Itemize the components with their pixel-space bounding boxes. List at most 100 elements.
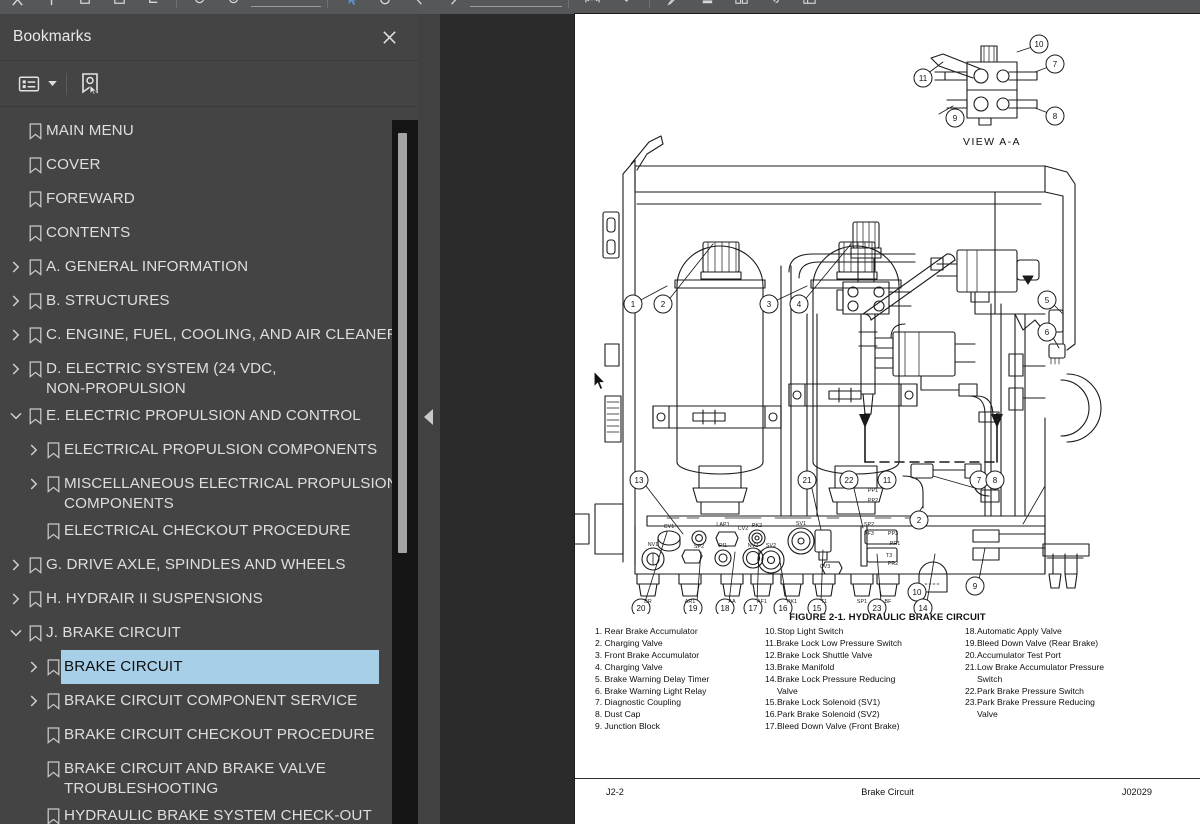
legend-item: 15.Brake Lock Solenoid (SV1) bbox=[765, 697, 881, 708]
bookmark-row[interactable]: D. ELECTRIC SYSTEM (24 VDC, NON-PROPULSI… bbox=[0, 352, 418, 399]
bookmark-row[interactable]: A. GENERAL INFORMATION bbox=[0, 250, 418, 284]
bookmark-row[interactable]: B. STRUCTURES bbox=[0, 284, 418, 318]
svg-text:11: 11 bbox=[919, 74, 928, 83]
chevron-right-icon[interactable] bbox=[7, 318, 24, 352]
bookmark-label[interactable]: J. BRAKE CIRCUIT bbox=[46, 616, 181, 643]
bookmark-row[interactable]: ELECTRICAL PROPULSION COMPONENTS bbox=[0, 433, 418, 467]
close-icon[interactable] bbox=[378, 26, 400, 48]
bookmark-label[interactable]: MAIN MENU bbox=[46, 114, 134, 141]
bookmark-label[interactable]: MISCELLANEOUS ELECTRICAL PROPULSION COMP… bbox=[64, 467, 398, 514]
chevron-down-icon[interactable] bbox=[609, 0, 643, 14]
chevron-down-icon[interactable] bbox=[7, 399, 24, 433]
chevron-down-icon[interactable] bbox=[46, 70, 58, 98]
text-tool-icon[interactable] bbox=[34, 0, 68, 14]
bookmark-label[interactable]: ELECTRICAL CHECKOUT PROCEDURE bbox=[64, 514, 350, 541]
bookmark-icon bbox=[24, 182, 46, 216]
bookmark-label[interactable]: D. ELECTRIC SYSTEM (24 VDC, NON-PROPULSI… bbox=[46, 352, 277, 399]
link-icon[interactable] bbox=[758, 0, 792, 14]
rotate-icon[interactable] bbox=[368, 0, 402, 14]
prev-page-icon[interactable] bbox=[402, 0, 436, 14]
stamp-icon[interactable] bbox=[68, 0, 102, 14]
select-bookmark-icon[interactable] bbox=[79, 70, 101, 98]
bookmark-label[interactable]: FOREWARD bbox=[46, 182, 135, 209]
bookmark-row[interactable]: E. ELECTRIC PROPULSION AND CONTROL bbox=[0, 399, 418, 433]
chevron-right-icon[interactable] bbox=[25, 650, 42, 684]
bookmark-options-icon[interactable] bbox=[12, 70, 46, 98]
chevron-right-icon[interactable] bbox=[7, 250, 24, 284]
svg-text:PR1: PR1 bbox=[890, 541, 901, 547]
bookmark-label[interactable]: BRAKE CIRCUIT CHECKOUT PROCEDURE bbox=[64, 718, 375, 745]
page-icon[interactable] bbox=[102, 0, 136, 14]
bookmark-label[interactable]: BRAKE CIRCUIT bbox=[60, 649, 380, 685]
chevron-right-icon[interactable] bbox=[7, 352, 24, 386]
bookmark-row[interactable]: ELECTRICAL CHECKOUT PROCEDURE bbox=[0, 514, 418, 548]
chevron-down-icon[interactable] bbox=[7, 616, 24, 650]
bookmark-row[interactable]: H. HYDRAIR II SUSPENSIONS bbox=[0, 582, 418, 616]
page-number-field[interactable] bbox=[470, 0, 562, 7]
svg-text:2: 2 bbox=[917, 516, 922, 525]
legend-item: 10.Stop Light Switch bbox=[765, 626, 844, 636]
bookmark-row[interactable]: FOREWARD bbox=[0, 182, 418, 216]
bookmark-label[interactable]: CONTENTS bbox=[46, 216, 130, 243]
chevron-right-icon[interactable] bbox=[7, 284, 24, 318]
bookmarks-scrollbar[interactable] bbox=[392, 120, 418, 824]
zoom-in-icon[interactable] bbox=[217, 0, 251, 14]
select-tool-icon[interactable] bbox=[0, 0, 34, 14]
main-toolbar bbox=[0, 0, 1200, 14]
bookmark-row[interactable]: J. BRAKE CIRCUIT bbox=[0, 616, 418, 650]
toolbar-separator-2 bbox=[327, 0, 328, 8]
document-viewer: 1 2 3 4 5 6 7 8 9 11 10 2 11 7 8 10 13 21 22 bbox=[440, 14, 1200, 824]
bookmark-label[interactable]: ELECTRICAL PROPULSION COMPONENTS bbox=[64, 433, 377, 460]
svg-text:10: 10 bbox=[1035, 40, 1044, 49]
bookmark-label[interactable]: A. GENERAL INFORMATION bbox=[46, 250, 248, 277]
bookmark-label[interactable]: H. HYDRAIR II SUSPENSIONS bbox=[46, 582, 263, 609]
bookmark-label[interactable]: BRAKE CIRCUIT AND BRAKE VALVE TROUBLESHO… bbox=[64, 752, 326, 799]
svg-text:7: 7 bbox=[1053, 60, 1058, 69]
chevron-right-icon[interactable] bbox=[7, 548, 24, 582]
zoom-out-icon[interactable] bbox=[183, 0, 217, 14]
bookmark-row[interactable]: CONTENTS bbox=[0, 216, 418, 250]
bookmark-row[interactable]: G. DRIVE AXLE, SPINDLES AND WHEELS bbox=[0, 548, 418, 582]
measure-icon[interactable] bbox=[136, 0, 170, 14]
compare-icon[interactable] bbox=[724, 0, 758, 14]
bookmark-row[interactable]: MISCELLANEOUS ELECTRICAL PROPULSION COMP… bbox=[0, 467, 418, 514]
bookmark-label[interactable]: BRAKE CIRCUIT COMPONENT SERVICE bbox=[64, 684, 357, 711]
scrollbar-thumb[interactable] bbox=[398, 133, 407, 553]
chevron-right-icon[interactable] bbox=[25, 467, 42, 501]
panel-icon[interactable] bbox=[792, 0, 826, 14]
bookmark-icon bbox=[24, 250, 46, 284]
bookmark-label[interactable]: HYDRAULIC BRAKE SYSTEM CHECK-OUT bbox=[64, 799, 372, 824]
bookmark-label[interactable]: G. DRIVE AXLE, SPINDLES AND WHEELS bbox=[46, 548, 346, 575]
bookmark-label[interactable]: B. STRUCTURES bbox=[46, 284, 170, 311]
zoom-level-field[interactable] bbox=[251, 0, 321, 7]
bookmark-label[interactable]: E. ELECTRIC PROPULSION AND CONTROL bbox=[46, 399, 361, 426]
highlight-icon[interactable] bbox=[690, 0, 724, 14]
footer-section-title: Brake Circuit bbox=[861, 787, 914, 797]
bookmark-row[interactable]: HYDRAULIC BRAKE SYSTEM CHECK-OUT bbox=[0, 799, 418, 824]
chevron-right-icon[interactable] bbox=[25, 433, 42, 467]
bookmark-icon bbox=[42, 752, 64, 786]
bookmark-row[interactable]: BRAKE CIRCUIT COMPONENT SERVICE bbox=[0, 684, 418, 718]
pen-icon[interactable] bbox=[656, 0, 690, 14]
fit-width-icon[interactable] bbox=[575, 0, 609, 14]
chevron-right-icon[interactable] bbox=[7, 582, 24, 616]
bookmark-row[interactable]: BRAKE CIRCUIT bbox=[0, 649, 418, 685]
svg-text:5: 5 bbox=[1045, 296, 1050, 305]
bookmark-row[interactable]: COVER bbox=[0, 148, 418, 182]
svg-text:8: 8 bbox=[1053, 112, 1058, 121]
bookmark-label[interactable]: C. ENGINE, FUEL, COOLING, AND AIR CLEANE… bbox=[46, 318, 398, 345]
chevron-right-icon[interactable] bbox=[25, 684, 42, 718]
next-page-icon[interactable] bbox=[436, 0, 470, 14]
bookmarks-tree[interactable]: MAIN MENU COVER FOREWARD CONTENTS A. GENERAL… bbox=[0, 106, 418, 824]
bookmark-row[interactable]: BRAKE CIRCUIT AND BRAKE VALVE TROUBLESHO… bbox=[0, 752, 418, 799]
bookmark-row[interactable]: BRAKE CIRCUIT CHECKOUT PROCEDURE bbox=[0, 718, 418, 752]
pdf-viewer-window: Bookmarks MAIN MENU COVER FOREWARD CONTE… bbox=[0, 0, 1200, 824]
collapse-panel-arrow-icon[interactable] bbox=[424, 409, 433, 425]
bookmark-row[interactable]: MAIN MENU bbox=[0, 114, 418, 148]
bookmark-label[interactable]: COVER bbox=[46, 148, 101, 175]
bookmark-row[interactable]: C. ENGINE, FUEL, COOLING, AND AIR CLEANE… bbox=[0, 318, 418, 352]
svg-text:LAP1: LAP1 bbox=[716, 522, 729, 528]
figure-legend: 1. Rear Brake Accumulator 2. Charging Val… bbox=[591, 626, 1191, 733]
pointer-icon[interactable] bbox=[334, 0, 368, 14]
